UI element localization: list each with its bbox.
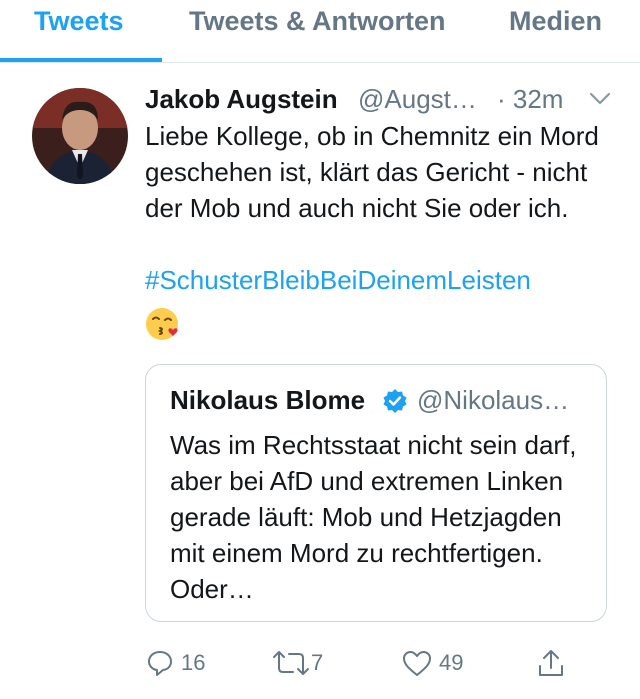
author-handle[interactable]: @Augst… [358,84,477,115]
active-tab-indicator [0,58,162,62]
quoted-author-handle: @Nikolaus… [417,385,570,415]
hashtag-link[interactable]: #SchusterBleibBeiDeinemLeisten [145,262,531,298]
timestamp[interactable]: · 32m [497,84,563,115]
tab-media[interactable]: Medien [509,6,602,37]
tab-tweets-and-replies[interactable]: Tweets & Antworten [189,6,446,37]
quoted-tweet-text: Was im Rechtsstaat nicht sein darf, aber… [170,430,577,604]
share-icon [539,650,563,676]
tweet-actions: 16 7 49 [145,648,625,680]
avatar[interactable] [32,88,128,184]
tweet-header: Jakob Augstein @Augst… · 32m [145,84,625,120]
author-name[interactable]: Jakob Augstein [145,84,338,115]
reply-icon [148,651,172,676]
reply-count: 16 [181,650,206,675]
tab-tweets[interactable]: Tweets [34,6,124,37]
like-icon [403,651,431,676]
retweet-count: 7 [311,650,324,675]
share-button[interactable] [537,648,565,678]
chevron-down-icon[interactable] [589,92,611,106]
like-button[interactable]: 49 [401,648,463,678]
reply-button[interactable]: 16 [145,648,205,678]
retweet-icon [273,651,309,675]
quoted-tweet[interactable]: Nikolaus Blome @Nikolaus… Was im Rechtss… [145,364,607,622]
tweet-text: Liebe Kollege, ob in Chemnitz ein Mord g… [145,121,599,223]
quoted-author-name: Nikolaus Blome [170,385,366,415]
verified-badge-icon [383,389,407,413]
profile-tabs: Tweets Tweets & Antworten Medien [0,0,640,63]
kissing-face-emoji-icon [146,308,178,340]
retweet-button[interactable]: 7 [271,648,323,678]
like-count: 49 [439,650,464,675]
